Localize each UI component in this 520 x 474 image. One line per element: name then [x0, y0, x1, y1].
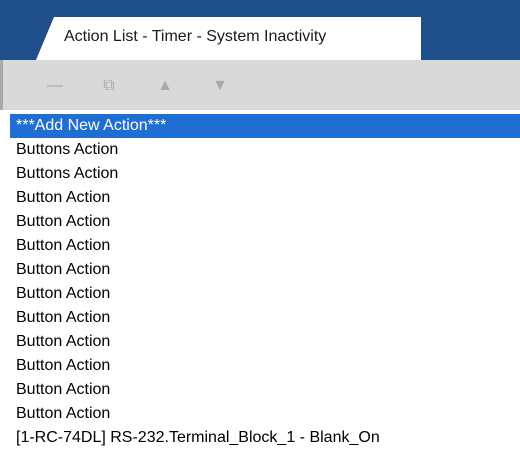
action-list-item[interactable]: Button Action: [10, 330, 520, 354]
action-list-item[interactable]: Buttons Action: [10, 138, 520, 162]
action-list-item[interactable]: Button Action: [10, 234, 520, 258]
action-list-item[interactable]: Button Action: [10, 210, 520, 234]
action-list-item[interactable]: Button Action: [10, 306, 520, 330]
action-list-item[interactable]: Button Action: [10, 378, 520, 402]
list-left-rail: [0, 110, 10, 474]
move-up-button[interactable]: ▲: [153, 74, 177, 98]
copy-icon: ⧉: [103, 77, 115, 94]
action-list-item[interactable]: Buttons Action: [10, 162, 520, 186]
remove-action-button[interactable]: —: [43, 74, 67, 98]
action-list-item[interactable]: Button Action: [10, 402, 520, 426]
action-list-item[interactable]: Button Action: [10, 354, 520, 378]
tab-title[interactable]: Action List - Timer - System Inactivity: [64, 22, 409, 52]
move-down-button[interactable]: ▼: [208, 74, 232, 98]
minus-icon: —: [47, 77, 63, 94]
action-list-item[interactable]: [1-RC-74DL] RS-232.Terminal_Block_1 - Bl…: [10, 426, 520, 450]
arrow-up-icon: ▲: [157, 77, 173, 94]
add-new-action-item[interactable]: ***Add New Action***: [10, 114, 520, 138]
action-list-item[interactable]: Button Action: [10, 258, 520, 282]
action-list-item[interactable]: Button Action: [10, 186, 520, 210]
copy-action-button[interactable]: ⧉: [97, 74, 121, 98]
action-toolbar: — ⧉ ▲ ▼: [0, 60, 520, 110]
action-list-item[interactable]: Button Action: [10, 282, 520, 306]
action-list[interactable]: ***Add New Action*** Buttons Action Button…: [10, 114, 520, 474]
arrow-down-icon: ▼: [212, 77, 228, 94]
